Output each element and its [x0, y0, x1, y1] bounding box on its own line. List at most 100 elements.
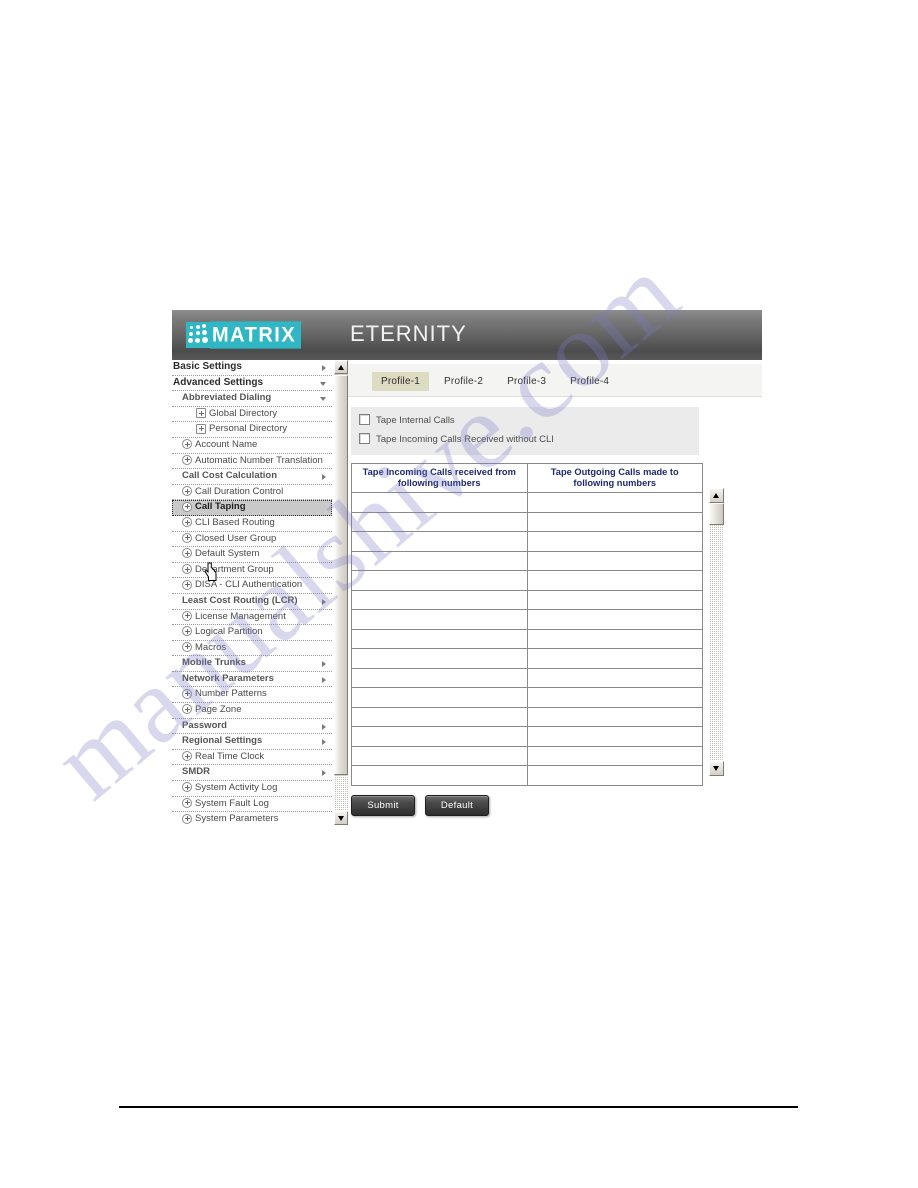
profile-tabs[interactable]: Profile-1 Profile-2 Profile-3 Profile-4: [348, 364, 762, 397]
table-cell[interactable]: [351, 765, 528, 786]
table-cell[interactable]: [526, 726, 703, 747]
sidebar-item-regional-settings[interactable]: Regional Settings: [172, 734, 332, 750]
outgoing-number-input-13[interactable]: [527, 727, 702, 746]
table-cell[interactable]: [526, 706, 703, 727]
sidebar-scroll-thumb[interactable]: [334, 375, 348, 775]
sidebar-item-least-cost-routing-lcr[interactable]: Least Cost Routing (LCR): [172, 594, 332, 610]
incoming-number-input-14[interactable]: [352, 746, 527, 766]
table-cell[interactable]: [351, 550, 528, 571]
table-scroll-track[interactable]: [709, 503, 724, 761]
sidebar-scroll-track[interactable]: [334, 776, 348, 811]
submit-button[interactable]: Submit: [351, 794, 415, 816]
incoming-number-input-8[interactable]: [352, 629, 527, 649]
table-scroll-down-button[interactable]: [709, 761, 724, 776]
sidebar-item-advanced-settings[interactable]: Advanced Settings: [172, 376, 332, 392]
outgoing-number-input-12[interactable]: [527, 707, 702, 727]
incoming-number-input-15[interactable]: [352, 766, 527, 785]
outgoing-number-input-7[interactable]: [527, 610, 702, 629]
sidebar-item-call-cost-calculation[interactable]: Call Cost Calculation: [172, 469, 332, 485]
sidebar-item-network-parameters[interactable]: Network Parameters: [172, 672, 332, 688]
outgoing-number-input-1[interactable]: [527, 493, 702, 512]
table-cell[interactable]: [351, 531, 528, 552]
table-cell[interactable]: [526, 550, 703, 571]
table-cell[interactable]: [351, 745, 528, 766]
table-cell[interactable]: [526, 628, 703, 649]
sidebar-item-disa-cli-authentication[interactable]: DISA - CLI Authentication: [172, 578, 332, 594]
incoming-number-input-3[interactable]: [352, 532, 527, 551]
table-cell[interactable]: [526, 648, 703, 669]
outgoing-number-input-6[interactable]: [527, 590, 702, 610]
table-cell[interactable]: [526, 531, 703, 552]
incoming-number-input-11[interactable]: [352, 688, 527, 707]
table-cell[interactable]: [526, 492, 703, 513]
outgoing-number-input-8[interactable]: [527, 629, 702, 649]
outgoing-number-input-14[interactable]: [527, 746, 702, 766]
checkbox-row-2[interactable]: Tape Incoming Calls Received without CLI: [351, 430, 699, 449]
table-cell[interactable]: [351, 570, 528, 591]
incoming-number-input-6[interactable]: [352, 590, 527, 610]
sidebar-item-page-zone[interactable]: Page Zone: [172, 703, 332, 719]
incoming-number-input-7[interactable]: [352, 610, 527, 629]
outgoing-number-input-11[interactable]: [527, 688, 702, 707]
sidebar-item-macros[interactable]: Macros: [172, 641, 332, 657]
table-scroll-up-button[interactable]: [709, 488, 724, 503]
sidebar-scroll-up-button[interactable]: [334, 360, 348, 374]
table-cell[interactable]: [351, 609, 528, 630]
sidebar-item-system-activity-log[interactable]: System Activity Log: [172, 781, 332, 797]
table-cell[interactable]: [526, 511, 703, 532]
incoming-number-input-5[interactable]: [352, 571, 527, 590]
incoming-number-input-13[interactable]: [352, 727, 527, 746]
table-cell[interactable]: [526, 667, 703, 688]
table-cell[interactable]: [351, 687, 528, 708]
table-cell[interactable]: [351, 706, 528, 727]
sidebar-item-call-taping[interactable]: Call Taping: [172, 500, 332, 516]
sidebar-item-number-patterns[interactable]: Number Patterns: [172, 687, 332, 704]
sidebar-item-password[interactable]: Password: [172, 719, 332, 735]
incoming-number-input-4[interactable]: [352, 551, 527, 571]
table-cell[interactable]: [351, 628, 528, 649]
table-cell[interactable]: [526, 570, 703, 591]
outgoing-number-input-3[interactable]: [527, 532, 702, 551]
sidebar-item-smdr[interactable]: SMDR: [172, 765, 332, 782]
sidebar-scroll-down-button[interactable]: [334, 811, 348, 825]
sidebar-item-closed-user-group[interactable]: Closed User Group: [172, 532, 332, 548]
checkbox-2[interactable]: [359, 432, 370, 444]
sidebar-item-basic-settings[interactable]: Basic Settings: [172, 360, 332, 376]
tab-profile-3[interactable]: Profile-3: [498, 372, 555, 391]
table-cell[interactable]: [351, 726, 528, 747]
incoming-number-input-1[interactable]: [352, 493, 527, 512]
sidebar-item-mobile-trunks[interactable]: Mobile Trunks: [172, 656, 332, 672]
table-cell[interactable]: [526, 765, 703, 786]
table-cell[interactable]: [351, 511, 528, 532]
checkbox-1[interactable]: [359, 413, 370, 425]
table-cell[interactable]: [351, 589, 528, 610]
incoming-number-input-10[interactable]: [352, 668, 527, 688]
outgoing-number-input-2[interactable]: [527, 512, 702, 532]
sidebar-item-real-time-clock[interactable]: Real Time Clock: [172, 750, 332, 766]
tab-profile-4[interactable]: Profile-4: [561, 372, 618, 391]
default-button[interactable]: Default: [425, 794, 489, 816]
outgoing-number-input-15[interactable]: [527, 766, 702, 785]
incoming-number-input-2[interactable]: [352, 512, 527, 532]
sidebar-item-system-parameters[interactable]: System Parameters: [172, 812, 332, 825]
table-cell[interactable]: [526, 609, 703, 630]
sidebar-item-cli-based-routing[interactable]: CLI Based Routing: [172, 516, 332, 532]
sidebar-item-global-directory[interactable]: Global Directory: [172, 407, 332, 423]
sidebar-item-department-group[interactable]: Department Group: [172, 563, 332, 579]
table-cell[interactable]: [351, 492, 528, 513]
sidebar-item-default-system[interactable]: Default System: [172, 547, 332, 563]
sidebar-item-logical-partition[interactable]: Logical Partition: [172, 625, 332, 641]
sidebar-item-abbreviated-dialing[interactable]: Abbreviated Dialing: [172, 391, 332, 407]
sidebar-item-personal-directory[interactable]: Personal Directory: [172, 422, 332, 438]
outgoing-number-input-4[interactable]: [527, 551, 702, 571]
sidebar-item-account-name[interactable]: Account Name: [172, 438, 332, 454]
sidebar-item-license-management[interactable]: License Management: [172, 610, 332, 626]
table-cell[interactable]: [351, 667, 528, 688]
incoming-number-input-9[interactable]: [352, 649, 527, 668]
outgoing-number-input-10[interactable]: [527, 668, 702, 688]
table-cell[interactable]: [526, 745, 703, 766]
tab-profile-2[interactable]: Profile-2: [435, 372, 492, 391]
table-cell[interactable]: [351, 648, 528, 669]
outgoing-number-input-9[interactable]: [527, 649, 702, 668]
sidebar-item-automatic-number-translation[interactable]: Automatic Number Translation: [172, 454, 332, 470]
